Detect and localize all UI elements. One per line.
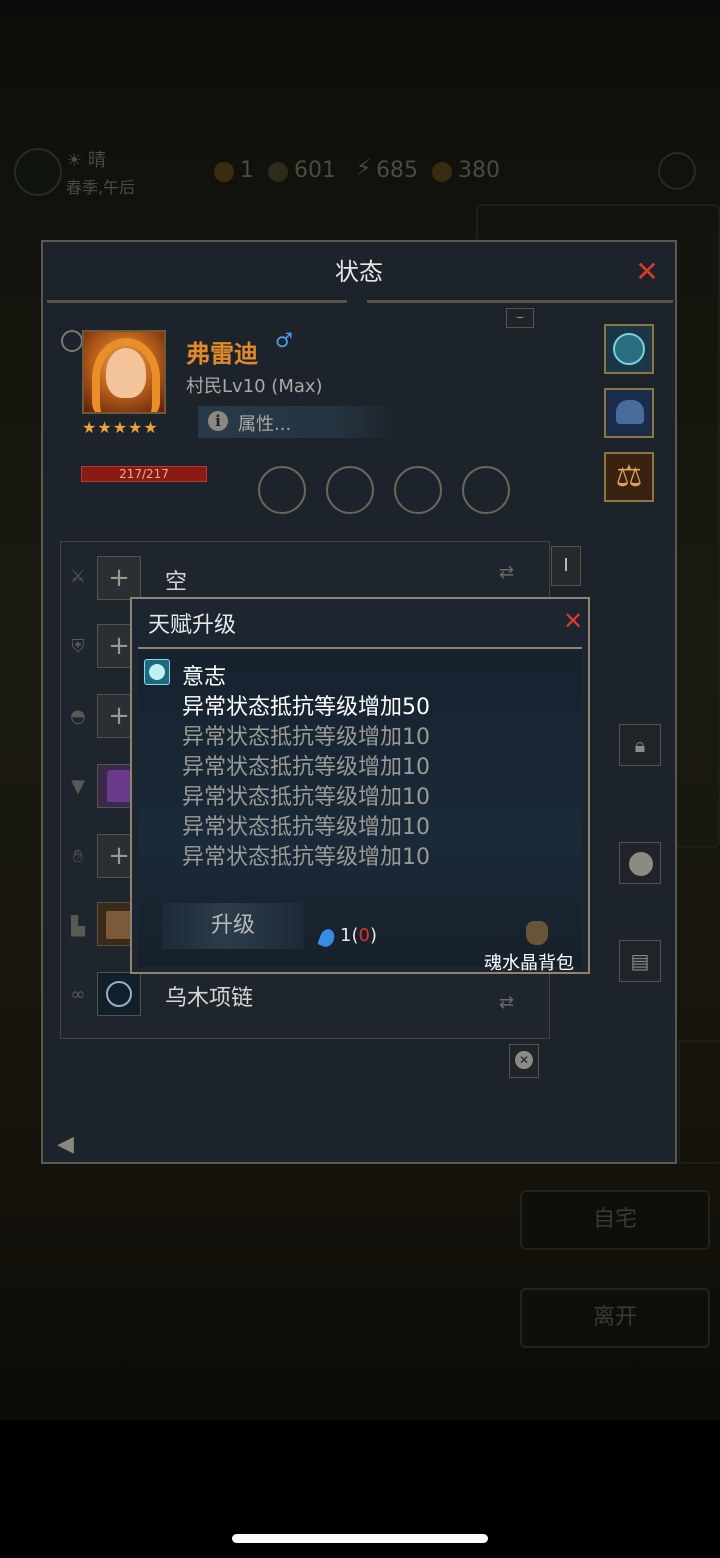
equip-slot-7-name: 乌木项链 <box>165 986 254 1011</box>
side-button-right[interactable] <box>678 1040 720 1164</box>
currency-3-value: 685 <box>376 158 418 183</box>
collapse-button[interactable]: – <box>506 308 534 328</box>
currency-4-value: 380 <box>458 158 500 183</box>
swap-icon[interactable]: ⇄ <box>499 562 514 583</box>
armor-slot-icon: ▼ <box>71 776 85 797</box>
talent-head-icon[interactable] <box>604 324 654 374</box>
notes-button[interactable]: ▤ <box>619 940 661 982</box>
sword-slot-icon: ⚔ <box>69 566 87 587</box>
crystal-cost: 1(0) <box>340 925 377 946</box>
talent-effect-6: 异常状态抵抗等级增加10 <box>182 845 430 870</box>
attributes-button[interactable]: i 属性... <box>198 406 398 438</box>
necklace-item-icon <box>106 981 132 1007</box>
willpower-talent-icon <box>144 659 170 685</box>
minimap-icon[interactable] <box>14 148 62 196</box>
lock-button[interactable]: 🔒︎ <box>619 724 661 766</box>
star-icon: ★ <box>143 418 159 437</box>
wrench-button[interactable] <box>619 842 661 884</box>
boots-item-icon <box>106 911 132 939</box>
dialog-title: 天赋升级 <box>148 613 237 638</box>
boot-slot-icon: ▙ <box>71 916 85 937</box>
character-name: 弗雷迪 <box>186 340 258 368</box>
shield-slot-icon: ⛨ <box>71 636 85 657</box>
back-arrow-icon[interactable]: ◀ <box>57 1132 74 1157</box>
male-gender-icon: ♂ <box>275 328 293 352</box>
season-label: 春季,午后 <box>66 178 136 197</box>
talent-name: 意志 <box>182 665 227 690</box>
attributes-button-label: 属性... <box>238 414 292 435</box>
equip-slot-7[interactable] <box>97 972 141 1016</box>
star-icon: ★ <box>82 418 98 437</box>
side-tab-button[interactable]: I <box>551 546 581 586</box>
soul-crystal-bag-label[interactable]: 魂水晶背包 <box>484 949 574 975</box>
talent-effect-4: 异常状态抵抗等级增加10 <box>182 785 430 810</box>
necklace-slot-icon: ∞ <box>70 984 86 1005</box>
leave-button[interactable]: 离开 <box>520 1288 710 1348</box>
weather-label: ☀ 晴 <box>66 150 106 171</box>
rarity-stars: ★★★★★ <box>82 418 172 437</box>
refresh-icon[interactable] <box>61 330 83 352</box>
dialog-close-button[interactable]: ✕ <box>560 607 586 635</box>
crystal-required: 0 <box>358 925 370 946</box>
title-divider-right <box>367 300 673 303</box>
robe-item-icon <box>107 770 131 802</box>
talent-effect-2: 异常状态抵抗等级增加10 <box>182 725 430 750</box>
swap-icon[interactable]: ⇄ <box>499 992 514 1013</box>
upgrade-button[interactable]: 升级 <box>162 903 304 949</box>
energy-icon: ⚡ <box>356 156 372 181</box>
talent-effect-3: 异常状态抵抗等级增加10 <box>182 755 430 780</box>
gem-icon <box>432 162 452 182</box>
unequip-button[interactable]: ✕ <box>509 1044 539 1078</box>
title-divider-left <box>47 300 347 303</box>
panel-title: 状态 <box>335 258 383 286</box>
star-icon: ★ <box>97 418 113 437</box>
home-button[interactable]: 自宅 <box>520 1190 710 1250</box>
helmet-slot-icon: ◓ <box>70 706 86 727</box>
talent-effect-1: 异常状态抵抗等级增加50 <box>182 695 430 720</box>
character-portrait <box>82 330 166 414</box>
panel-close-button[interactable]: ✕ <box>629 254 665 290</box>
gold-coin-icon <box>214 162 234 182</box>
star-icon: ★ <box>128 418 144 437</box>
talent-upgrade-dialog: 天赋升级 ✕ 意志 异常状态抵抗等级增加50 异常状态抵抗等级增加10 异常状态… <box>130 597 590 974</box>
info-icon: i <box>208 411 228 431</box>
home-indicator[interactable] <box>232 1534 488 1543</box>
currency-1-value: 1 <box>240 158 254 183</box>
crystal-owned: 1 <box>340 925 352 946</box>
wrench-icon <box>629 852 653 876</box>
equip-slot-1[interactable]: + <box>97 556 141 600</box>
character-level: 村民Lv10 (Max) <box>186 376 323 397</box>
currency-2-value: 601 <box>294 158 336 183</box>
skill-slot-3[interactable] <box>394 466 442 514</box>
profile-icon[interactable] <box>658 152 696 190</box>
lock-icon: 🔒︎ <box>634 733 646 757</box>
helmet-skill-icon[interactable] <box>604 388 654 438</box>
hp-bar: 217/217 <box>81 466 207 482</box>
talent-effect-5: 异常状态抵抗等级增加10 <box>182 815 430 840</box>
balance-scale-icon[interactable]: ⚖ <box>604 452 654 502</box>
glove-slot-icon: ✋︎ <box>72 846 84 867</box>
bag-icon[interactable] <box>526 921 548 945</box>
hp-value: 217/217 <box>119 467 169 481</box>
document-icon: ▤ <box>630 949 650 973</box>
close-circle-icon: ✕ <box>515 1051 533 1069</box>
star-icon: ★ <box>112 418 129 437</box>
skill-slot-1[interactable] <box>258 466 306 514</box>
equip-slot-1-name: 空 <box>165 570 188 595</box>
skill-slot-4[interactable] <box>462 466 510 514</box>
hud-bar: ☀ 晴 春季,午后 1 601 ⚡ 685 380 <box>0 140 720 200</box>
skill-slot-2[interactable] <box>326 466 374 514</box>
silver-coin-icon <box>268 162 288 182</box>
